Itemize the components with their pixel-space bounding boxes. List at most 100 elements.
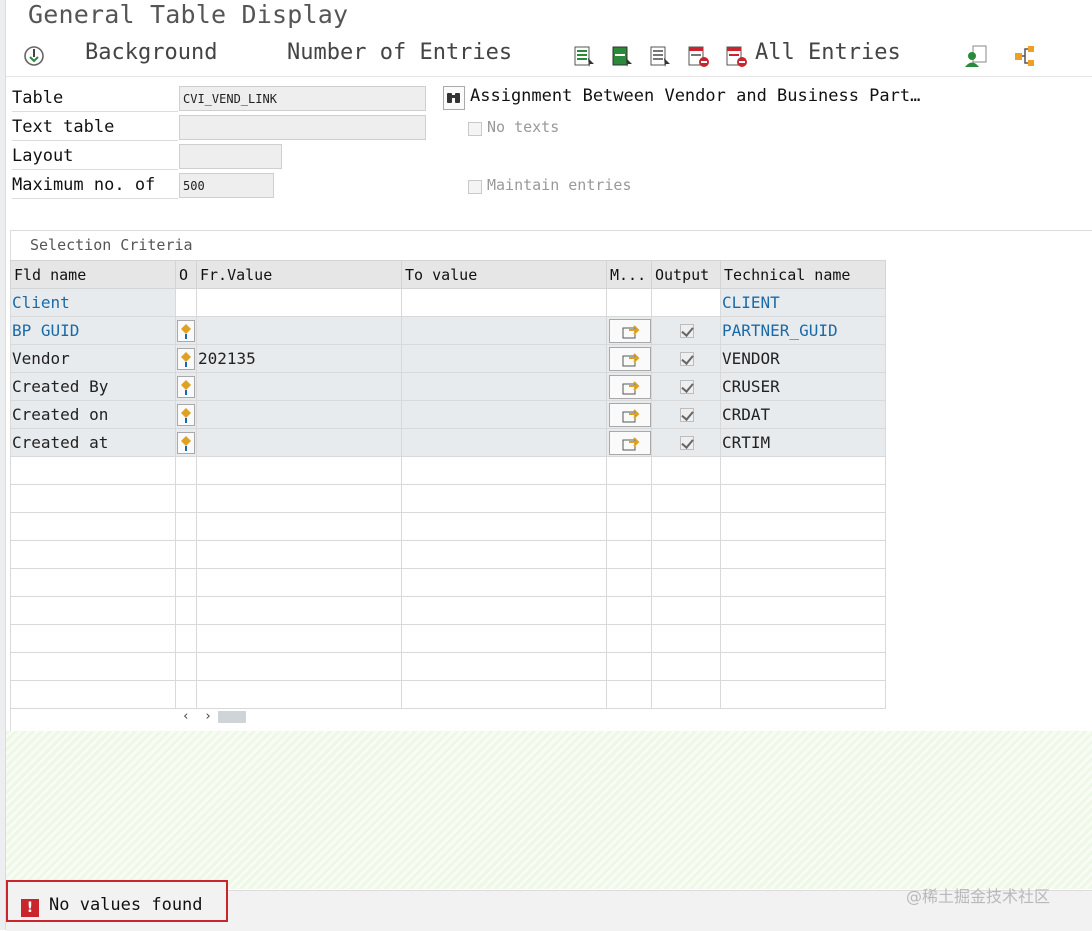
table-row: Created on CRDAT — [10, 400, 886, 429]
selection-criteria-title: Selection Criteria — [30, 236, 193, 254]
selection-option-icon[interactable] — [177, 347, 195, 370]
technical-name-cell: PARTNER_GUID — [720, 316, 886, 345]
output-checkbox[interactable] — [679, 323, 694, 338]
field-name-cell: Created By — [10, 372, 176, 401]
layout-label: Layout — [12, 143, 178, 170]
output-cell — [651, 344, 721, 373]
output-checkbox[interactable] — [679, 435, 694, 450]
output-cell — [651, 372, 721, 401]
field-name-cell: Client — [10, 288, 176, 317]
output-checkbox[interactable] — [679, 407, 694, 422]
to-value-input[interactable] — [401, 316, 607, 345]
layout-input[interactable] — [179, 144, 282, 169]
multiple-selection-cell — [606, 372, 652, 401]
empty-row — [10, 652, 886, 681]
select-all-icon[interactable] — [572, 44, 596, 68]
to-value-input[interactable] — [401, 344, 607, 373]
multiple-selection-cell — [606, 428, 652, 457]
option-cell — [175, 288, 197, 317]
multiple-selection-icon[interactable] — [608, 318, 651, 343]
field-name-cell: BP GUID — [10, 316, 176, 345]
select-block-icon[interactable] — [610, 44, 634, 68]
selection-option-icon[interactable] — [177, 375, 195, 398]
to-value-input[interactable] — [401, 400, 607, 429]
empty-row — [10, 680, 886, 709]
user-settings-icon[interactable] — [964, 44, 988, 68]
scroll-thumb[interactable] — [218, 711, 246, 723]
column-header[interactable]: O — [175, 260, 197, 289]
multiple-selection-icon[interactable] — [608, 374, 651, 399]
technical-name-cell: VENDOR — [720, 344, 886, 373]
to-value-input[interactable] — [401, 288, 607, 317]
from-value-input[interactable]: 202135 — [196, 344, 402, 373]
maintain-entries-checkbox[interactable] — [468, 180, 482, 194]
technical-name-cell: CLIENT — [720, 288, 886, 317]
column-header[interactable]: Technical name — [720, 260, 886, 289]
maintain-entries-label: Maintain entries — [487, 176, 632, 194]
option-cell — [175, 344, 197, 373]
output-cell — [651, 316, 721, 345]
no-texts-checkbox[interactable] — [468, 122, 482, 136]
table-input[interactable]: CVI_VEND_LINK — [179, 86, 426, 111]
table-header-row: Fld name O Fr.Value To value M... Output… — [10, 260, 886, 289]
table-label: Table — [12, 85, 178, 112]
scroll-left-icon[interactable]: ‹ — [182, 709, 190, 724]
text-table-input[interactable] — [179, 115, 426, 140]
max-entries-input[interactable]: 500 — [179, 173, 274, 198]
output-cell — [651, 400, 721, 429]
from-value-input[interactable] — [196, 372, 402, 401]
column-header[interactable]: To value — [401, 260, 607, 289]
output-cell — [651, 428, 721, 457]
column-header[interactable]: Fld name — [10, 260, 176, 289]
to-value-input[interactable] — [401, 372, 607, 401]
empty-row — [10, 624, 886, 653]
delete-selection-icon[interactable] — [686, 44, 710, 68]
from-value-input[interactable] — [196, 400, 402, 429]
column-header[interactable]: Fr.Value — [196, 260, 402, 289]
empty-row — [10, 540, 886, 569]
watermark: @稀土掘金技术社区 — [906, 887, 1051, 906]
multiple-selection-icon[interactable] — [608, 402, 651, 427]
page-title: General Table Display — [28, 0, 349, 29]
to-value-input[interactable] — [401, 428, 607, 457]
field-name-cell: Vendor — [10, 344, 176, 373]
selection-criteria-table: Fld name O Fr.Value To value M... Output… — [10, 260, 886, 709]
hierarchy-icon[interactable] — [1013, 44, 1037, 68]
option-cell — [175, 316, 197, 345]
field-name-cell: Created at — [10, 428, 176, 457]
option-cell — [175, 428, 197, 457]
field-name-cell: Created on — [10, 400, 176, 429]
table-description: Assignment Between Vendor and Business P… — [470, 86, 921, 106]
selection-option-icon[interactable] — [177, 431, 195, 454]
from-value-input[interactable] — [196, 316, 402, 345]
max-entries-label: Maximum no. of — [12, 172, 178, 199]
technical-name-cell: CRTIM — [720, 428, 886, 457]
selection-option-icon[interactable] — [177, 403, 195, 426]
delete-all-icon[interactable] — [724, 44, 748, 68]
status-text: No values found — [49, 895, 203, 915]
horizontal-scrollbar[interactable]: ‹ › — [176, 708, 256, 726]
multiple-selection-icon[interactable] — [608, 430, 651, 455]
selection-option-icon[interactable] — [177, 319, 195, 342]
column-header[interactable]: M... — [606, 260, 652, 289]
scroll-right-icon[interactable]: › — [204, 709, 212, 724]
deselect-all-icon[interactable] — [648, 44, 672, 68]
status-message[interactable]: ! No values found — [6, 880, 228, 922]
from-value-input[interactable] — [196, 428, 402, 457]
output-checkbox[interactable] — [679, 351, 694, 366]
from-value-input[interactable] — [196, 288, 402, 317]
binoculars-icon[interactable] — [443, 86, 465, 110]
empty-row — [10, 596, 886, 625]
execute-icon[interactable] — [22, 44, 46, 68]
number-of-entries-button[interactable]: Number of Entries — [287, 40, 512, 65]
technical-name-cell: CRUSER — [720, 372, 886, 401]
background-button[interactable]: Background — [85, 40, 217, 65]
multiple-selection-icon[interactable] — [608, 346, 651, 371]
all-entries-button[interactable]: All Entries — [755, 40, 901, 65]
table-row: Created By CRUSER — [10, 372, 886, 401]
output-cell — [651, 288, 721, 317]
column-header[interactable]: Output — [651, 260, 721, 289]
multiple-selection-cell — [606, 400, 652, 429]
empty-row — [10, 456, 886, 485]
output-checkbox[interactable] — [679, 379, 694, 394]
